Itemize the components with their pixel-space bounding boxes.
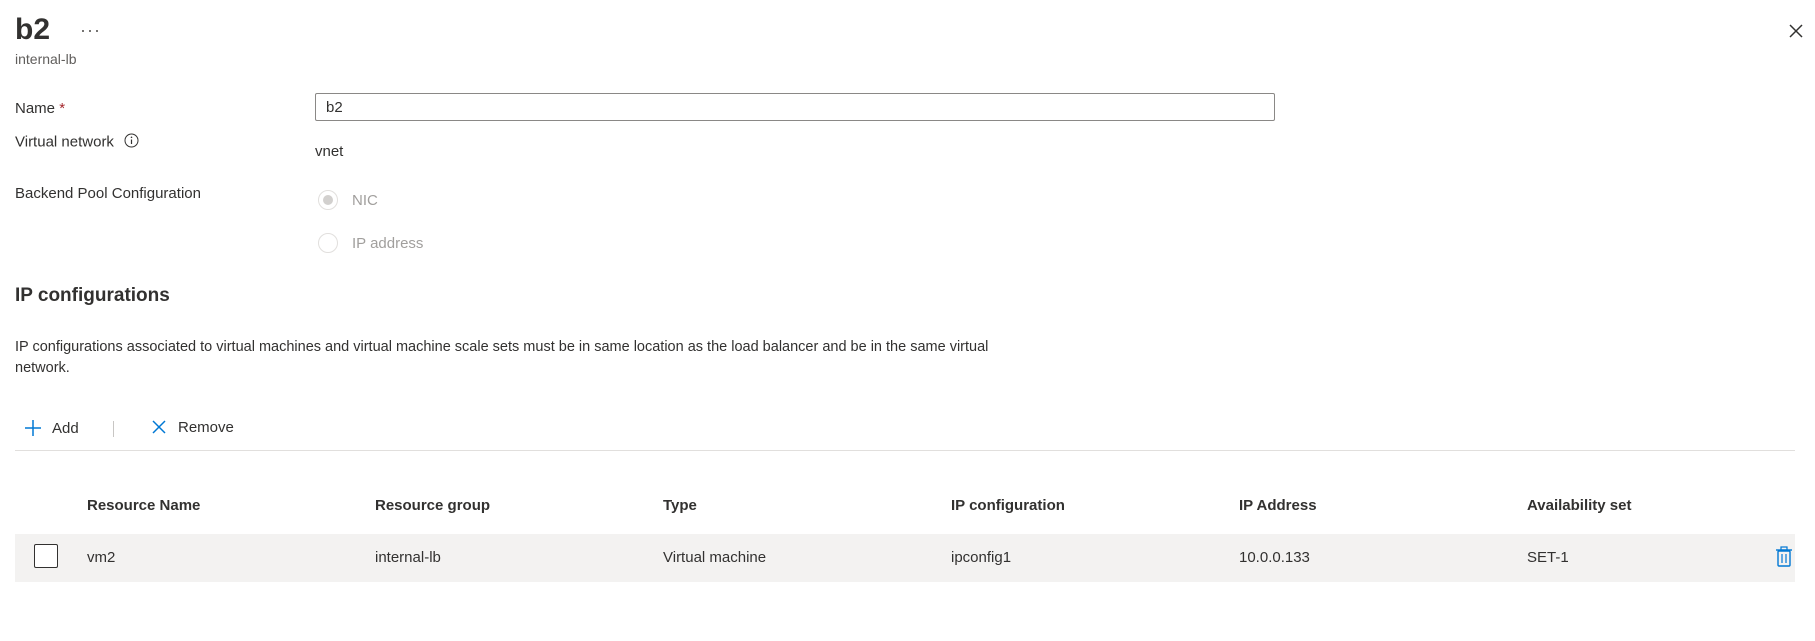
cell-availability-set: SET-1 (1527, 549, 1569, 566)
remove-button[interactable]: Remove (150, 418, 234, 436)
name-label-text: Name (15, 100, 56, 117)
radio-ip-address[interactable]: IP address (318, 233, 423, 253)
cell-resource-group: internal-lb (375, 549, 441, 566)
vnet-value: vnet (315, 143, 344, 160)
cell-ip-configuration: ipconfig1 (951, 549, 1012, 566)
close-icon (1789, 24, 1803, 38)
toolbar-separator (113, 421, 114, 437)
add-button[interactable]: Add (23, 418, 79, 438)
radio-ip-address-circle[interactable] (318, 233, 338, 253)
column-header-availability-set[interactable]: Availability set (1527, 497, 1632, 514)
cell-ip-address: 10.0.0.133 (1239, 549, 1310, 566)
backend-pool-panel: b2 ··· internal-lb Name * Virtual networ… (0, 0, 1815, 641)
column-header-ip-configuration[interactable]: IP configuration (951, 497, 1065, 514)
title-row: b2 ··· (15, 10, 101, 50)
panel-header: b2 ··· internal-lb (15, 10, 101, 67)
radio-nic-circle[interactable] (318, 190, 338, 210)
column-header-resource-name[interactable]: Resource Name (87, 497, 200, 514)
cell-resource-name: vm2 (87, 549, 116, 566)
info-icon[interactable] (124, 133, 139, 152)
trash-icon (1776, 546, 1792, 567)
page-title: b2 (15, 13, 51, 46)
delete-row-button[interactable] (1775, 546, 1793, 568)
ip-config-toolbar: Add Remove (15, 412, 1795, 451)
cell-type: Virtual machine (663, 549, 767, 566)
vnet-label: Virtual network (15, 133, 139, 152)
page-subtitle: internal-lb (15, 51, 77, 67)
table-header: Resource Name Resource group Type IP con… (15, 493, 1795, 521)
radio-nic-label: NIC (352, 191, 378, 209)
remove-button-label: Remove (178, 418, 234, 436)
row-checkbox[interactable] (34, 544, 58, 568)
x-icon (152, 420, 166, 434)
close-button[interactable] (1785, 20, 1807, 42)
column-header-resource-group[interactable]: Resource group (375, 497, 490, 514)
table-row[interactable]: vm2 internal-lb Virtual machine ipconfig… (15, 534, 1795, 582)
column-header-ip-address[interactable]: IP Address (1239, 497, 1317, 514)
plus-icon (25, 420, 41, 436)
radio-ip-address-label: IP address (352, 234, 424, 252)
name-input[interactable] (315, 93, 1275, 121)
add-button-label: Add (52, 419, 79, 437)
radio-selected-dot (323, 195, 333, 205)
column-header-type[interactable]: Type (663, 497, 697, 514)
pool-config-label: Backend Pool Configuration (15, 185, 201, 202)
vnet-label-text: Virtual network (15, 133, 114, 151)
more-options-button[interactable]: ··· (80, 20, 101, 40)
ip-config-section-title: IP configurations (15, 285, 170, 306)
required-indicator: * (59, 100, 66, 117)
ip-config-description: IP configurations associated to virtual … (15, 339, 989, 376)
radio-nic[interactable]: NIC (318, 190, 378, 210)
name-label: Name * (15, 100, 65, 117)
